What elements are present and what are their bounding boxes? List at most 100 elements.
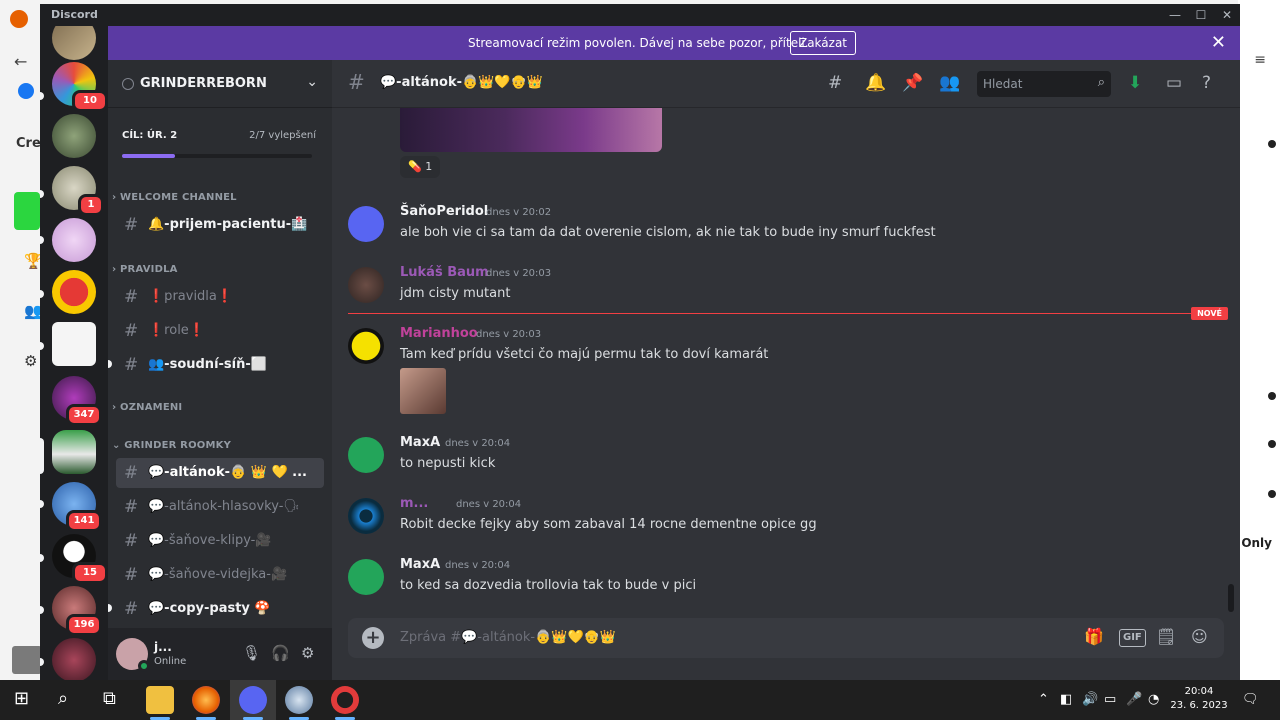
gift-icon[interactable]: 🎁 <box>1084 627 1104 646</box>
server-icon[interactable] <box>52 26 96 60</box>
app-taskbar-icon[interactable] <box>285 686 313 714</box>
facebook-icon[interactable] <box>18 83 34 99</box>
reaction-button[interactable]: 💊 1 <box>400 156 441 178</box>
mute-microphone-icon[interactable]: 🎙 <box>242 644 261 662</box>
radio-dot-icon[interactable] <box>1268 440 1276 448</box>
channel-label: ❗pravidla❗ <box>148 289 234 304</box>
username[interactable]: j... <box>154 640 172 654</box>
server-icon[interactable] <box>52 430 96 474</box>
search-icon[interactable]: ⌕ <box>58 688 68 709</box>
channel-header: # 💬-altánok-👵👑💛👴👑 # 🔔 📌 👥 Hledat ⌕ ⬇ ▭ ? <box>332 60 1240 108</box>
category-welcome[interactable]: › WELCOME CHANNEL <box>112 192 237 203</box>
unread-indicator <box>40 92 44 100</box>
channel-pravidla[interactable]: # ❗pravidla❗ <box>116 282 324 312</box>
channel-copy-pasty[interactable]: # 💬-copy-pasty 🍄 <box>108 594 324 624</box>
clock-time: 20:04 <box>1184 686 1214 697</box>
notification-bell-icon[interactable]: 🔔 <box>865 73 886 93</box>
message-author[interactable]: m... <box>400 496 428 511</box>
channel-prijem[interactable]: # 🔔-prijem-pacientu-🏥 <box>116 210 324 240</box>
background-thumbnail <box>12 646 42 674</box>
firefox-icon[interactable] <box>10 10 28 28</box>
live-indicator-icon <box>14 192 40 230</box>
chat-scrollbar[interactable] <box>1228 584 1234 612</box>
discord-taskbar-icon[interactable] <box>239 686 267 714</box>
volume-icon[interactable]: 🔊 <box>1082 692 1098 707</box>
channel-sanove-klipy[interactable]: # 💬-šaňove-klipy-🎥 <box>116 526 324 556</box>
notifications-icon[interactable]: 🗨 <box>1242 692 1259 707</box>
task-view-icon[interactable]: ⧉ <box>103 688 116 709</box>
message-author[interactable]: Marianhoo <box>400 326 478 341</box>
windows-start-icon[interactable]: ⊞ <box>14 688 29 709</box>
close-window-button[interactable]: ✕ <box>1214 6 1240 24</box>
message-author[interactable]: ŠaňoPeridol <box>400 204 488 219</box>
channel-soudni[interactable]: # 👥-soudní-síň-⬜ <box>108 350 324 380</box>
server-icon[interactable] <box>52 638 96 680</box>
obs-icon[interactable] <box>331 686 359 714</box>
threads-icon[interactable]: # <box>828 73 842 93</box>
clock-date: 23. 6. 2023 <box>1170 700 1228 711</box>
inbox-icon[interactable]: ▭ <box>1166 73 1182 93</box>
radio-dot-icon[interactable] <box>1268 392 1276 400</box>
channel-altanok[interactable]: # 💬-altánok-👵 👑 💛 ... <box>116 458 324 488</box>
category-grinder[interactable]: ⌄ GRINDER ROOMKY <box>112 440 231 451</box>
channel-sanove-videjka[interactable]: # 💬-šaňove-videjka-🎥 <box>116 560 324 590</box>
category-pravidla[interactable]: › PRAVIDLA <box>112 264 178 275</box>
close-icon[interactable]: ✕ <box>1211 32 1226 53</box>
avatar[interactable] <box>348 559 384 595</box>
help-icon[interactable]: ? <box>1202 73 1211 93</box>
background-right-panel: ≡ Only <box>1238 0 1280 684</box>
guild-header[interactable]: GRINDERREBORN ⌄ <box>108 60 332 108</box>
boost-goal[interactable]: CÍL: ÚR. 2 2/7 vylepšení <box>108 108 332 164</box>
back-arrow-icon[interactable]: ← <box>14 52 27 71</box>
channel-label: 💬-šaňove-klipy-🎥 <box>148 533 272 548</box>
emoji-icon[interactable]: ☺ <box>1191 627 1208 646</box>
file-explorer-icon[interactable] <box>146 686 174 714</box>
gif-button[interactable]: GIF <box>1119 629 1146 647</box>
message-author[interactable]: Lukáš Baum <box>400 265 489 280</box>
radio-dot-icon[interactable] <box>1268 490 1276 498</box>
microphone-icon[interactable]: 🎤 <box>1126 692 1142 707</box>
avatar[interactable] <box>348 206 384 242</box>
search-input[interactable]: Hledat ⌕ <box>977 71 1111 97</box>
background-partial-text: Cre <box>16 136 41 151</box>
unread-indicator <box>40 342 44 350</box>
server-icon[interactable] <box>52 114 96 158</box>
battery-icon[interactable]: ▭ <box>1104 692 1116 707</box>
firefox-icon[interactable] <box>192 686 220 714</box>
category-label: PRAVIDLA <box>120 264 178 275</box>
system-clock[interactable]: 20:04 23. 6. 2023 <box>1170 685 1228 713</box>
message-author[interactable]: MaxA <box>400 557 440 572</box>
avatar[interactable] <box>348 328 384 364</box>
disable-streamer-mode-button[interactable]: Zakázat <box>790 31 856 55</box>
network-icon[interactable]: ◔ <box>1148 692 1159 707</box>
message-author[interactable]: MaxA <box>400 435 440 450</box>
channel-label: 💬-altánok-hlasovky-🗣 <box>148 499 300 514</box>
menu-icon[interactable]: ≡ <box>1254 52 1266 68</box>
sticker-icon[interactable]: 🗒 <box>1156 627 1176 646</box>
pinned-messages-icon[interactable]: 📌 <box>902 73 923 93</box>
download-icon[interactable]: ⬇ <box>1128 73 1142 93</box>
user-settings-gear-icon[interactable]: ⚙ <box>301 644 314 662</box>
message-timestamp: dnes v 20:03 <box>486 268 552 279</box>
avatar[interactable] <box>348 267 384 303</box>
category-oznameni[interactable]: › OZNAMENI <box>112 402 182 413</box>
image-attachment[interactable] <box>400 368 446 414</box>
headphones-icon[interactable]: 🎧 <box>271 644 290 662</box>
image-attachment[interactable] <box>400 108 662 152</box>
member-list-icon[interactable]: 👥 <box>939 73 960 93</box>
maximize-button[interactable]: ☐ <box>1188 6 1214 24</box>
message-composer[interactable]: + Zpráva #💬-altánok-👵👑💛👴👑 🎁 GIF 🗒 ☺ <box>348 618 1224 658</box>
server-icon[interactable] <box>52 322 96 366</box>
tray-app-icon[interactable]: ◧ <box>1060 692 1072 707</box>
minimize-button[interactable]: — <box>1162 6 1188 24</box>
settings-gear-icon[interactable]: ⚙ <box>24 352 37 370</box>
server-icon[interactable] <box>52 270 96 314</box>
channel-role[interactable]: # ❗role❗ <box>116 316 324 346</box>
radio-dot-icon[interactable] <box>1268 140 1276 148</box>
avatar[interactable] <box>348 498 384 534</box>
tray-chevron-up-icon[interactable]: ⌃ <box>1038 692 1049 707</box>
channel-altanok-hlasovky[interactable]: # 💬-altánok-hlasovky-🗣 <box>116 492 324 522</box>
server-icon[interactable] <box>52 218 96 262</box>
upload-plus-icon[interactable]: + <box>362 627 384 649</box>
avatar[interactable] <box>348 437 384 473</box>
